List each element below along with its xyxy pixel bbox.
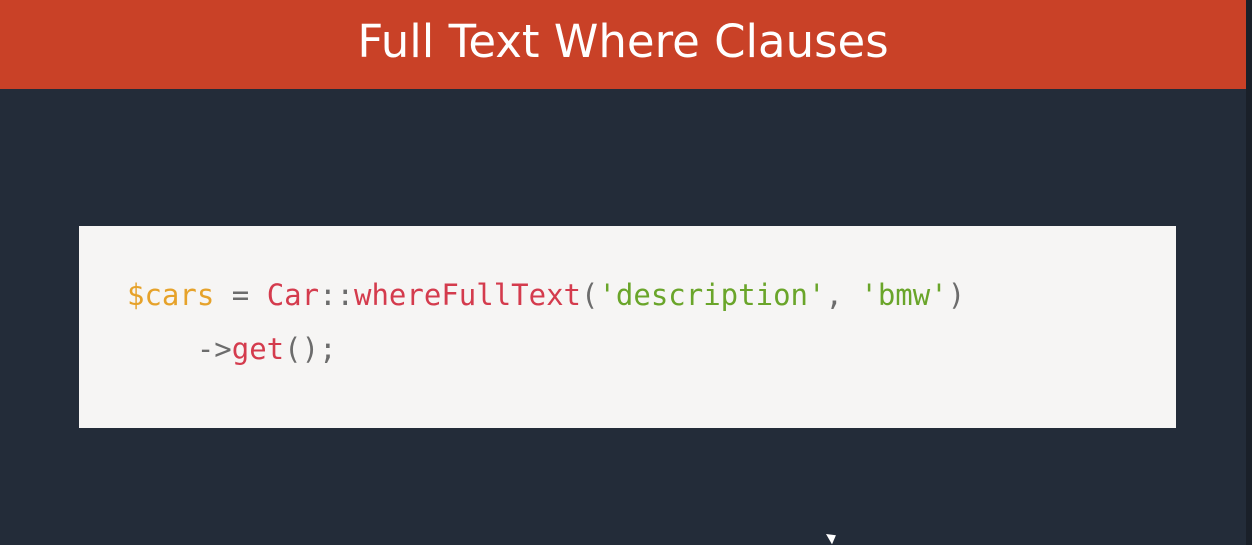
slide: Full Text Where Clauses $cars = Car::whe… [0, 0, 1252, 545]
code-call-parens: (); [284, 332, 337, 366]
code-scope-operator: :: [319, 278, 355, 312]
mouse-pointer-icon [826, 530, 839, 545]
code-method-get: get [231, 332, 285, 366]
slide-title: Full Text Where Clauses [357, 15, 889, 68]
code-string-arg-1: 'description' [598, 278, 826, 312]
code-line-1: $cars = Car::whereFullText('description'… [127, 278, 965, 312]
code-comma: , [825, 278, 861, 312]
code-block: $cars = Car::whereFullText('description'… [79, 226, 1176, 428]
code-variable: $cars [127, 278, 215, 312]
code-assign-operator: = [214, 278, 267, 312]
title-bar: Full Text Where Clauses [0, 0, 1246, 89]
code-method-name: whereFullText [354, 278, 581, 312]
code-arrow-operator: -> [196, 332, 232, 366]
code-string-arg-2: 'bmw' [860, 278, 948, 312]
code-class-name: Car [266, 278, 320, 312]
code-close-paren: ) [947, 278, 966, 312]
window-edge [1246, 0, 1252, 545]
code-line-2: ->get(); [127, 332, 337, 366]
code-open-paren: ( [581, 278, 599, 312]
